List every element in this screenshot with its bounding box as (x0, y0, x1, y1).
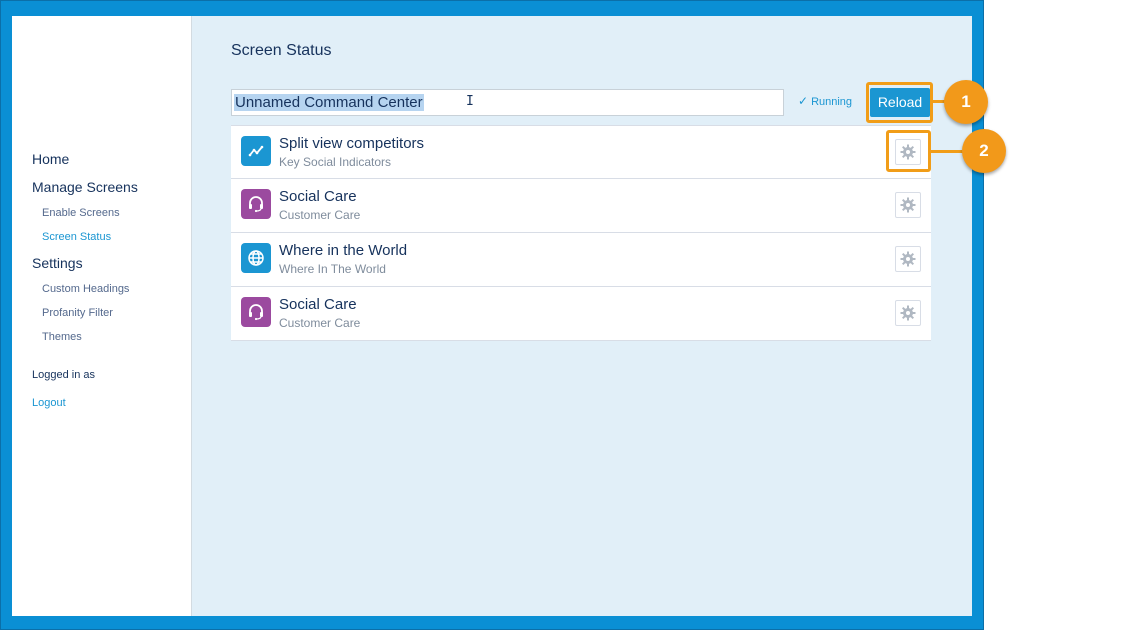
screen-subtitle: Key Social Indicators (279, 155, 392, 169)
app-frame: Home Manage Screens Enable Screens Scree… (0, 0, 984, 630)
sidebar-item-enable-screens[interactable]: Enable Screens (42, 207, 120, 219)
text-cursor-icon: I (466, 94, 474, 109)
sidebar-item-screen-status[interactable]: Screen Status (42, 231, 111, 243)
screen-title: Split view competitors (279, 135, 425, 152)
app-window: Home Manage Screens Enable Screens Scree… (12, 16, 972, 616)
screen-settings-button[interactable] (895, 300, 921, 326)
sidebar-item-custom-headings[interactable]: Custom Headings (42, 283, 129, 295)
logged-in-label: Logged in as (32, 369, 95, 381)
running-status-label: Running (811, 96, 853, 108)
headset-icon (241, 189, 271, 219)
callout-connector (930, 150, 964, 153)
screen-settings-button[interactable] (895, 246, 921, 272)
name-input-value: Unnamed Command Center (234, 94, 424, 111)
running-status: ✓ Running (798, 94, 852, 108)
globe-icon (241, 243, 271, 273)
headset-icon (241, 297, 271, 327)
gear-icon (900, 197, 916, 213)
callout-1: 1 (944, 80, 988, 124)
sidebar-item-profanity-filter[interactable]: Profanity Filter (42, 307, 113, 319)
screen-row: Social Care Customer Care (231, 179, 931, 233)
screen-title: Social Care (279, 296, 357, 313)
gear-highlight (886, 130, 931, 172)
screen-row: Split view competitors Key Social Indica… (231, 125, 931, 179)
sidebar-item-manage-screens[interactable]: Manage Screens (32, 179, 138, 195)
page-title: Screen Status (231, 42, 332, 59)
sidebar-item-settings[interactable]: Settings (32, 255, 83, 271)
screen-subtitle: Where In The World (279, 262, 386, 276)
sidebar-item-home[interactable]: Home (32, 151, 69, 167)
check-icon: ✓ (798, 94, 809, 108)
screen-subtitle: Customer Care (279, 316, 361, 330)
screen-settings-button[interactable] (895, 192, 921, 218)
reload-button[interactable]: Reload (870, 88, 930, 117)
logout-link[interactable]: Logout (32, 397, 66, 409)
sidebar-item-themes[interactable]: Themes (42, 331, 82, 343)
screen-title: Social Care (279, 188, 357, 205)
screen-row: Social Care Customer Care (231, 287, 931, 341)
gear-icon (900, 251, 916, 267)
screen-row: Where in the World Where In The World (231, 233, 931, 287)
gear-icon (900, 305, 916, 321)
callout-2: 2 (962, 129, 1006, 173)
screen-subtitle: Customer Care (279, 208, 361, 222)
line-chart-icon (241, 136, 271, 166)
screen-list: Split view competitors Key Social Indica… (231, 125, 931, 341)
command-center-name-input[interactable]: Unnamed Command Center I (231, 89, 784, 116)
sidebar: Home Manage Screens Enable Screens Scree… (12, 16, 192, 616)
screen-title: Where in the World (279, 242, 408, 259)
